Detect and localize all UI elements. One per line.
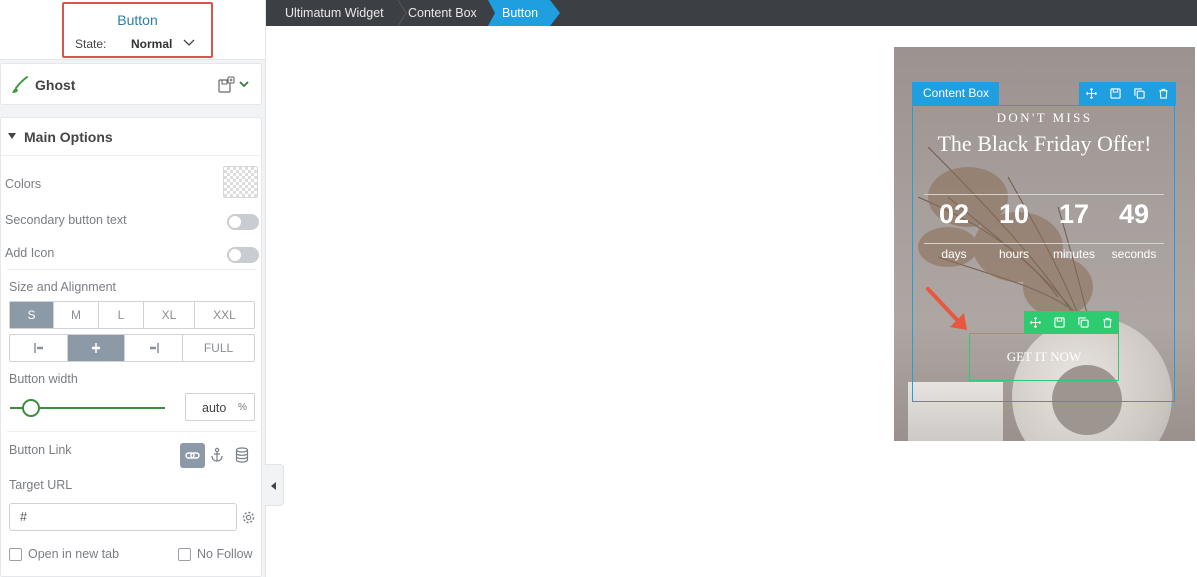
open-new-tab-label: Open in new tab [28, 547, 120, 561]
duplicate-icon [1078, 316, 1089, 328]
save-icon [1054, 316, 1065, 328]
open-new-tab-checkbox[interactable] [9, 548, 22, 561]
countdown-seconds-value: 49 [1118, 199, 1150, 229]
align-full-button[interactable]: FULL [183, 335, 254, 361]
align-center-icon [92, 343, 100, 353]
align-left-button[interactable] [10, 335, 68, 361]
delete-button[interactable] [1095, 311, 1119, 333]
preset-save-icon[interactable] [217, 76, 235, 94]
move-icon [1030, 316, 1042, 328]
button-link-label: Button Link [9, 443, 72, 457]
breadcrumb-separator [397, 0, 407, 26]
button-width-input[interactable]: auto % [185, 393, 255, 421]
button-width-label: Button width [9, 372, 78, 386]
brush-icon [12, 76, 28, 93]
save-button[interactable] [1103, 82, 1127, 105]
element-title: Button [117, 12, 158, 28]
countdown-days-label: days [941, 247, 967, 261]
add-icon-toggle[interactable] [227, 247, 259, 263]
panel-header: Button State: Normal [0, 0, 265, 60]
align-left-icon [33, 343, 43, 353]
state-dropdown[interactable]: Normal [131, 37, 172, 51]
breadcrumb-item-ultimatum-widget[interactable]: Ultimatum Widget [285, 0, 384, 26]
gear-icon[interactable] [241, 510, 256, 525]
database-icon[interactable] [235, 447, 249, 463]
save-button[interactable] [1048, 311, 1072, 333]
button-width-value: auto [202, 401, 227, 415]
style-preset-name: Ghost [35, 77, 76, 93]
divider [7, 269, 257, 270]
colors-label: Colors [5, 177, 42, 191]
delete-button[interactable] [1152, 82, 1176, 105]
breadcrumb: Ultimatum Widget Content Box Button [266, 0, 1197, 26]
countdown-hours-value: 10 [998, 199, 1030, 229]
size-alignment-label: Size and Alignment [9, 280, 117, 294]
content-box-label[interactable]: Content Box [912, 82, 999, 105]
divider [924, 194, 1164, 195]
collapse-panel-toggle[interactable] [265, 464, 284, 506]
style-preset-card[interactable]: Ghost [0, 63, 262, 105]
no-follow-label: No Follow [197, 547, 253, 561]
secondary-text-toggle[interactable] [227, 214, 259, 230]
content-box-toolbar [1079, 82, 1176, 105]
align-right-icon [149, 343, 159, 353]
button-toolbar [1024, 311, 1119, 333]
eyebrow-text: DON'T MISS [996, 110, 1093, 125]
secondary-text-label: Secondary button text [5, 213, 127, 227]
align-right-button[interactable] [125, 335, 183, 361]
chevron-down-icon[interactable] [183, 38, 195, 48]
alignment-selector: FULL [9, 334, 255, 362]
divider [924, 243, 1164, 244]
trash-icon [1159, 88, 1168, 99]
save-icon [1110, 88, 1121, 99]
duplicate-icon [1134, 88, 1145, 99]
move-icon [1085, 88, 1097, 99]
align-center-button[interactable] [68, 335, 125, 361]
offer-headline: The Black Friday Offer! [937, 131, 1152, 156]
add-icon-label: Add Icon [5, 246, 55, 260]
section-title: Main Options [24, 129, 113, 145]
size-option-m[interactable]: M [54, 302, 99, 328]
countdown-minutes-value: 17 [1058, 199, 1090, 229]
size-option-xxl[interactable]: XXL [195, 302, 254, 328]
cta-button-text[interactable]: GET IT NOW [969, 349, 1119, 365]
color-picker-swatch[interactable] [223, 166, 258, 198]
countdown-hours-label: hours [998, 247, 1030, 261]
breadcrumb-item-content-box[interactable]: Content Box [408, 0, 477, 26]
main-options-header[interactable]: Main Options [1, 118, 261, 156]
target-url-input[interactable] [9, 503, 237, 531]
anchor-icon[interactable] [209, 447, 225, 463]
size-option-xl[interactable]: XL [144, 302, 195, 328]
size-selector: S M L XL XXL [9, 301, 255, 329]
countdown-minutes-label: minutes [1052, 247, 1096, 261]
trash-icon [1103, 317, 1112, 328]
size-option-s[interactable]: S [10, 302, 54, 328]
element-state-box: Button State: Normal [62, 2, 213, 58]
size-option-l[interactable]: L [99, 302, 144, 328]
duplicate-button[interactable] [1072, 311, 1096, 333]
countdown-seconds-label: seconds [1111, 247, 1157, 261]
link-type-url-button[interactable] [180, 443, 205, 468]
no-follow-checkbox[interactable] [178, 548, 191, 561]
button-width-unit[interactable]: % [238, 402, 247, 413]
preview-widget[interactable]: Content Box DON'T MISS The Black Friday … [894, 47, 1195, 441]
move-button[interactable] [1079, 82, 1103, 105]
settings-panel: Button State: Normal Ghost Main Options … [0, 0, 266, 577]
caret-down-icon [8, 133, 16, 139]
move-button[interactable] [1024, 311, 1048, 333]
chevron-down-icon[interactable] [238, 78, 250, 90]
link-icon [185, 452, 200, 459]
main-options-section: Main Options Colors Secondary button tex… [0, 117, 262, 577]
annotation-arrow-icon [926, 287, 967, 330]
breadcrumb-item-button[interactable]: Button [502, 0, 538, 26]
divider [7, 431, 257, 432]
state-label: State: [75, 37, 107, 51]
slider-handle[interactable] [22, 399, 40, 417]
target-url-label: Target URL [9, 478, 73, 492]
duplicate-button[interactable] [1128, 82, 1152, 105]
countdown-days-value: 02 [938, 199, 970, 229]
